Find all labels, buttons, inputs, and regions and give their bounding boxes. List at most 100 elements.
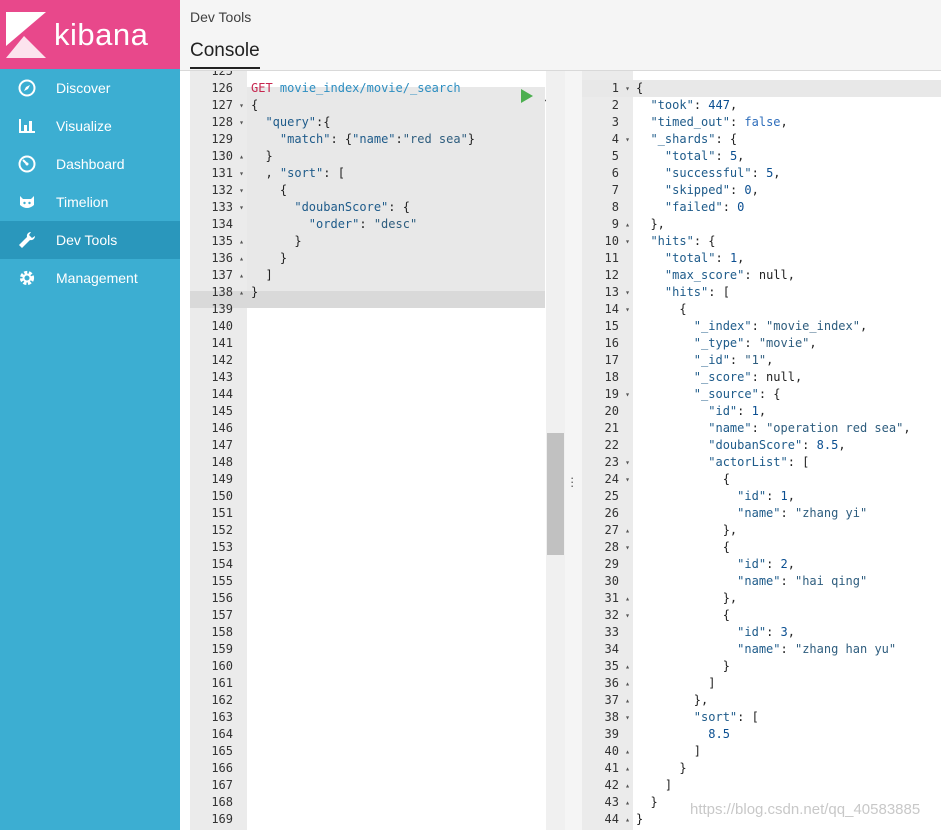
- kibana-logo[interactable]: kibana: [0, 0, 180, 69]
- fold-arrow-icon[interactable]: ▴: [239, 233, 244, 250]
- request-editor[interactable]: 125 126 127 ▾ 128 ▾ 129 130 ▴ 131 ▾ 132 ▾ 133 ▾ 134 135 ▴…: [190, 71, 565, 830]
- line-number: 126: [190, 80, 247, 97]
- fold-arrow-icon[interactable]: ▴: [239, 267, 244, 284]
- output-line-number: 26: [582, 505, 633, 522]
- breadcrumb[interactable]: Dev Tools: [190, 9, 251, 25]
- response-output[interactable]: 1 ▾{2 "took": 447, 3 "timed_out": false, 4 ▾…: [582, 71, 941, 830]
- fold-arrow-icon[interactable]: ▾: [239, 182, 244, 199]
- fold-arrow-icon[interactable]: ▾: [625, 607, 630, 624]
- fold-arrow-icon[interactable]: ▴: [625, 675, 630, 692]
- output-line: "name": "zhang han yu": [737, 642, 897, 656]
- sidebar-item-management[interactable]: Management: [0, 259, 180, 297]
- fold-arrow-icon[interactable]: ▾: [625, 80, 630, 97]
- line-number: 163: [190, 709, 247, 726]
- editor-text[interactable]: GET movie_index/movie/_search{ "query":{…: [247, 71, 545, 830]
- output-line: "_source": {: [693, 387, 781, 401]
- resize-handle-icon[interactable]: · · ·: [570, 471, 576, 492]
- line-number-text: 3: [611, 115, 619, 129]
- fold-arrow-icon[interactable]: ▴: [625, 794, 630, 811]
- line-number-text: 149: [211, 472, 233, 486]
- fold-arrow-icon[interactable]: ▾: [239, 165, 244, 182]
- output-line: "_shards": {: [650, 132, 738, 146]
- fold-arrow-icon[interactable]: ▴: [625, 658, 630, 675]
- sidebar-item-dashboard[interactable]: Dashboard: [0, 145, 180, 183]
- line-number: 129: [190, 131, 247, 148]
- fold-arrow-icon[interactable]: ▴: [625, 760, 630, 777]
- line-number-text: 26: [604, 506, 619, 520]
- request-body-line: }: [251, 149, 273, 163]
- line-number-text: 138: [211, 285, 233, 299]
- output-line: {: [636, 608, 730, 622]
- line-number: 128 ▾: [190, 114, 247, 131]
- request-body-line: {: [251, 183, 288, 197]
- fold-arrow-icon[interactable]: ▾: [239, 114, 244, 131]
- request-line: GET movie_index/movie/_search: [251, 80, 461, 97]
- fold-arrow-icon[interactable]: ▴: [625, 692, 630, 709]
- line-number-text: 130: [211, 149, 233, 163]
- fold-arrow-icon[interactable]: ▾: [239, 199, 244, 216]
- output-line-number: 33: [582, 624, 633, 641]
- fold-arrow-icon[interactable]: ▾: [625, 284, 630, 301]
- output-line-number: 22: [582, 437, 633, 454]
- fold-arrow-icon[interactable]: ▾: [625, 301, 630, 318]
- fold-arrow-icon[interactable]: ▴: [625, 743, 630, 760]
- output-line: ]: [636, 676, 716, 690]
- output-line-number: 12: [582, 267, 633, 284]
- fold-arrow-icon[interactable]: ▾: [625, 131, 630, 148]
- line-number-text: 36: [604, 676, 619, 690]
- output-line: "doubanScore": 8.5,: [708, 438, 846, 452]
- line-number: 153: [190, 539, 247, 556]
- output-line: }: [636, 659, 730, 673]
- line-number-text: 18: [604, 370, 619, 384]
- line-number: 168: [190, 794, 247, 811]
- editor-scrollbar-thumb[interactable]: [547, 433, 564, 555]
- run-request-button[interactable]: [520, 88, 534, 104]
- output-line: "name": "zhang yi": [737, 506, 868, 520]
- fold-arrow-icon[interactable]: ▾: [625, 539, 630, 556]
- fold-arrow-icon[interactable]: ▴: [625, 216, 630, 233]
- fold-arrow-icon[interactable]: ▴: [239, 284, 244, 301]
- line-number: 134: [190, 216, 247, 233]
- fold-arrow-icon[interactable]: ▾: [625, 454, 630, 471]
- line-number-text: 167: [211, 778, 233, 792]
- sidebar-item-visualize[interactable]: Visualize: [0, 107, 180, 145]
- output-line-number: 32 ▾: [582, 607, 633, 624]
- fold-arrow-icon[interactable]: ▴: [625, 777, 630, 794]
- line-number: 130 ▴: [190, 148, 247, 165]
- output-line: {: [636, 472, 730, 486]
- fold-arrow-icon[interactable]: ▴: [625, 590, 630, 607]
- line-number-text: 29: [604, 557, 619, 571]
- output-line-number: 43 ▴: [582, 794, 633, 811]
- fold-arrow-icon[interactable]: ▾: [625, 386, 630, 403]
- pane-divider[interactable]: · · ·: [565, 71, 582, 830]
- fold-arrow-icon[interactable]: ▴: [625, 811, 630, 828]
- line-number-text: 159: [211, 642, 233, 656]
- line-number-text: 169: [211, 812, 233, 826]
- line-number-text: 44: [604, 812, 619, 826]
- output-line: "id": 1,: [708, 404, 767, 418]
- output-line: "_id": "1",: [693, 353, 774, 367]
- line-number-text: 157: [211, 608, 233, 622]
- sidebar-item-dev-tools[interactable]: Dev Tools: [0, 221, 180, 259]
- fold-arrow-icon[interactable]: ▾: [239, 97, 244, 114]
- line-number-text: 42: [604, 778, 619, 792]
- line-number: 137 ▴: [190, 267, 247, 284]
- tab-console[interactable]: Console: [190, 40, 260, 69]
- output-line-number: 36 ▴: [582, 675, 633, 692]
- line-number-text: 41: [604, 761, 619, 775]
- sidebar-item-label: Discover: [56, 80, 111, 96]
- fold-arrow-icon[interactable]: ▴: [239, 148, 244, 165]
- fold-arrow-icon[interactable]: ▾: [625, 471, 630, 488]
- output-line: "_score": null,: [693, 370, 803, 384]
- line-number: 169: [190, 811, 247, 828]
- fold-arrow-icon[interactable]: ▾: [625, 709, 630, 726]
- fold-arrow-icon[interactable]: ▾: [625, 233, 630, 250]
- sidebar-item-discover[interactable]: Discover: [0, 69, 180, 107]
- fold-arrow-icon[interactable]: ▴: [239, 250, 244, 267]
- line-number: 132 ▾: [190, 182, 247, 199]
- line-number-text: 158: [211, 625, 233, 639]
- output-line-number: 29: [582, 556, 633, 573]
- sidebar-item-timelion[interactable]: Timelion: [0, 183, 180, 221]
- line-number-text: 10: [604, 234, 619, 248]
- fold-arrow-icon[interactable]: ▴: [625, 522, 630, 539]
